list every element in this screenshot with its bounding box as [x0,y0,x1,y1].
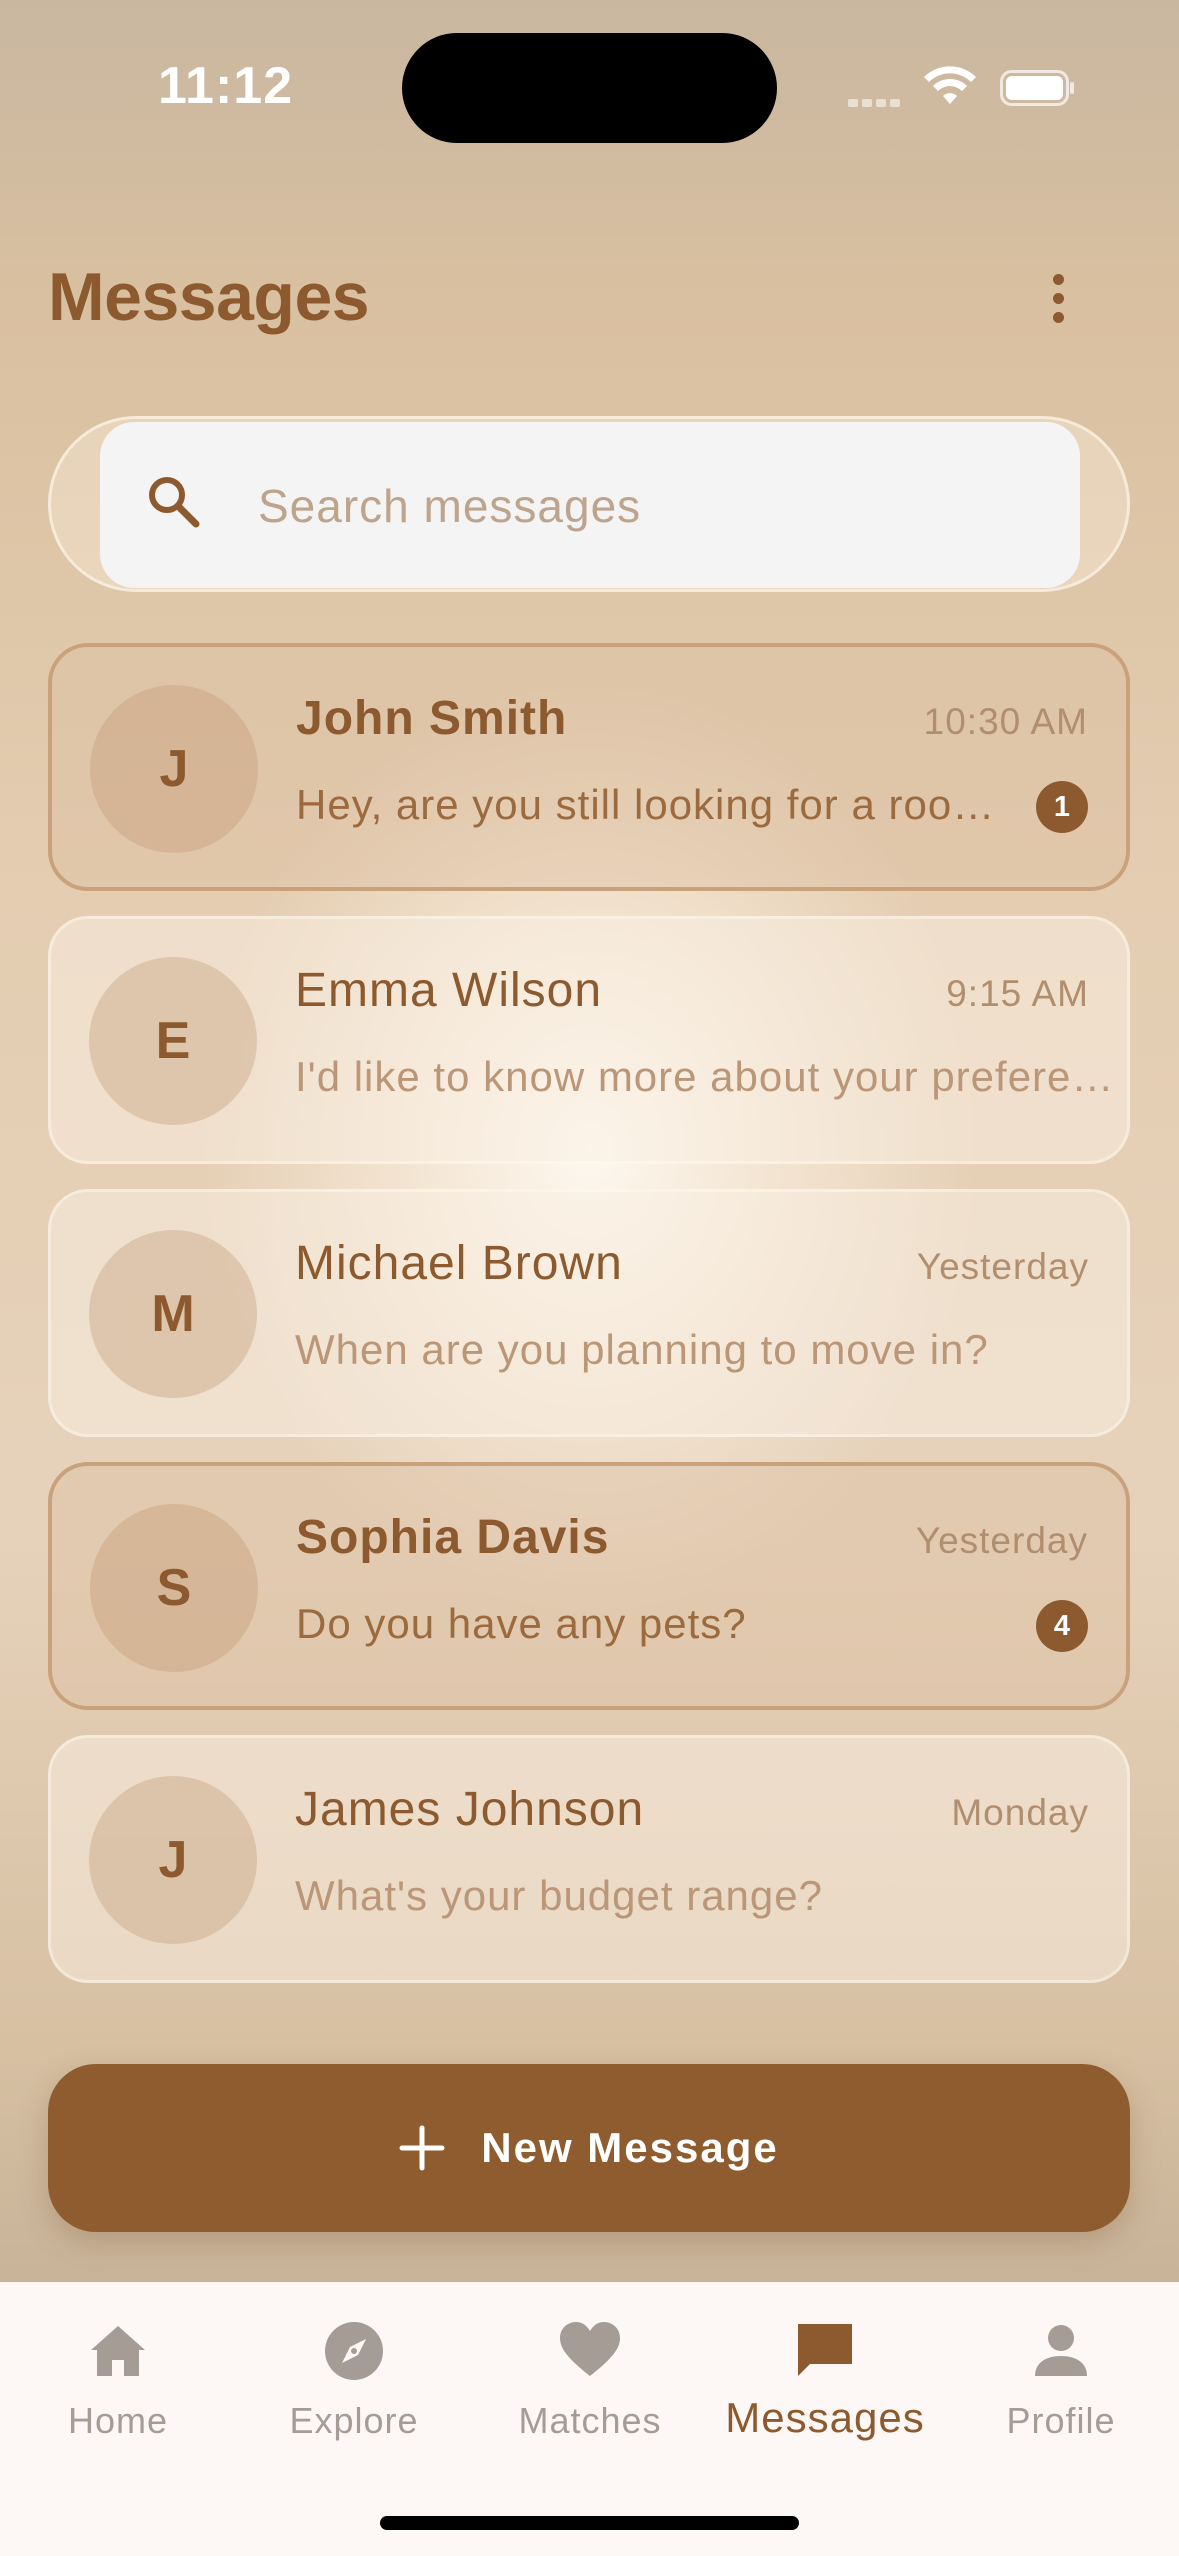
message-preview: Hey, are you still looking for a roommat… [296,781,1026,828]
heart-icon [560,2322,620,2376]
conversation-item[interactable]: S Sophia Davis Yesterday Do you have any… [48,1462,1130,1710]
search-input[interactable] [256,422,1040,590]
plus-icon [399,2125,445,2171]
nav-label-messages: Messages [725,2394,925,2441]
home-icon [91,2326,145,2376]
nav-item-explore[interactable]: Explore [236,2308,472,2458]
message-preview: What's your budget range? [295,1872,823,1919]
nav-label-matches: Matches [518,2400,662,2441]
bottom-navigation: Home Explore Matches Messages Profile [0,2282,1179,2556]
contact-name: Sophia Davis [296,1511,610,1564]
message-preview: Do you have any pets? [296,1600,747,1647]
search-icon [149,477,200,528]
message-preview: I'd like to know more about your prefere… [295,1053,1130,1100]
battery-icon [1000,70,1074,106]
conversation-item[interactable]: E Emma Wilson 9:15 AM I'd like to know m… [48,916,1130,1164]
avatar: S [90,1504,258,1672]
message-preview: When are you planning to move in? [295,1326,989,1373]
unread-badge: 4 [1036,1600,1088,1652]
contact-name: John Smith [296,692,568,745]
contact-name: Emma Wilson [295,964,603,1017]
avatar: E [89,957,257,1125]
unread-badge: 1 [1036,781,1088,833]
nav-label-home: Home [67,2400,169,2441]
new-message-label: New Message [481,2124,779,2171]
contact-name: James Johnson [295,1783,645,1836]
avatar: J [89,1776,257,1944]
search-bar[interactable] [100,422,1080,590]
message-time: Yesterday [916,1246,1089,1287]
compass-icon [325,2322,383,2380]
person-icon [1035,2325,1087,2376]
conversation-item[interactable]: M Michael Brown Yesterday When are you p… [48,1189,1130,1437]
cellular-signal-icon [848,94,908,107]
avatar: J [90,685,258,853]
nav-item-matches[interactable]: Matches [472,2308,708,2458]
nav-item-profile[interactable]: Profile [943,2308,1179,2458]
message-time: Yesterday [915,1520,1088,1561]
message-time: 10:30 AM [923,701,1088,742]
conversation-item[interactable]: J John Smith 10:30 AM Hey, are you still… [48,643,1130,891]
home-indicator [380,2516,799,2530]
nav-item-home[interactable]: Home [0,2308,236,2458]
status-bar: 11:12 [0,0,1179,170]
nav-label-explore: Explore [289,2400,419,2441]
message-time: Monday [951,1792,1089,1833]
more-options-icon[interactable] [1030,262,1086,334]
page-title: Messages [48,259,370,335]
wifi-icon [924,66,976,104]
message-time: 9:15 AM [946,973,1089,1014]
dynamic-island [402,33,777,143]
nav-label-profile: Profile [1006,2400,1116,2441]
new-message-button[interactable]: New Message [48,2064,1130,2232]
conversation-item[interactable]: J James Johnson Monday What's your budge… [48,1735,1130,1983]
avatar: M [89,1230,257,1398]
contact-name: Michael Brown [295,1237,623,1290]
chat-bubble-icon [798,2324,852,2376]
nav-item-messages[interactable]: Messages [707,2308,943,2458]
status-time: 11:12 [158,57,294,115]
